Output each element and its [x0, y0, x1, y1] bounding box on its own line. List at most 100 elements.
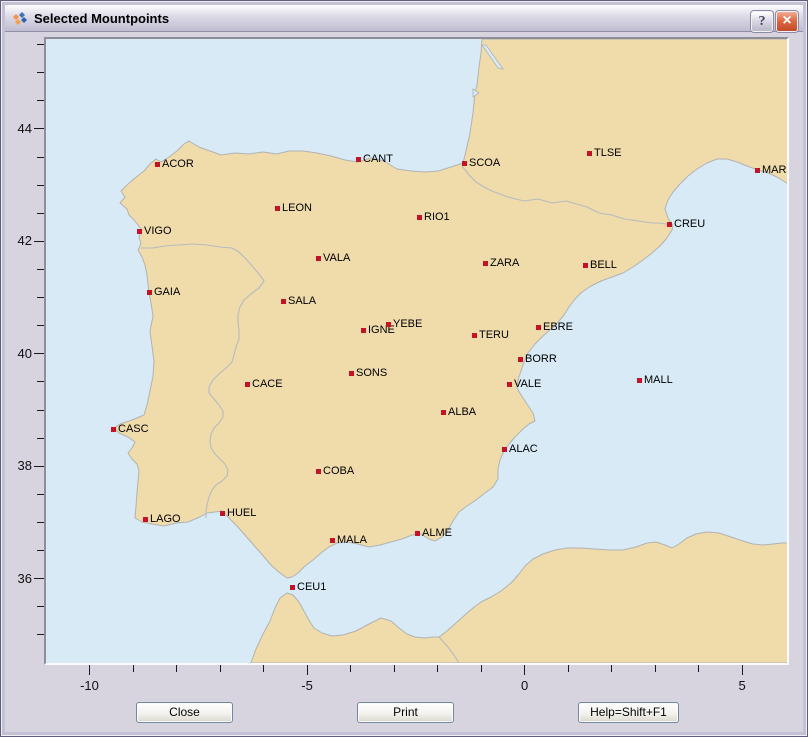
x-minor-tick--6: [263, 665, 264, 672]
y-minor-tick-43: [37, 185, 44, 186]
y-tick-label-36: 36: [1, 571, 32, 587]
station-marker-LEON: [275, 206, 280, 211]
y-minor-tick-39.5: [37, 381, 44, 382]
station-label-ALAC: ALAC: [509, 442, 538, 456]
station-marker-CEU1: [290, 585, 295, 590]
station-label-YEBE: YEBE: [393, 317, 422, 331]
station-marker-COBA: [316, 469, 321, 474]
station-marker-TERU: [472, 333, 477, 338]
y-minor-tick-37: [37, 522, 44, 523]
x-minor-tick--3: [394, 665, 395, 672]
station-marker-SONS: [349, 371, 354, 376]
station-marker-VIGO: [137, 229, 142, 234]
station-label-CASC: CASC: [118, 422, 149, 436]
station-label-CANT: CANT: [363, 152, 393, 166]
y-minor-tick-38.5: [37, 438, 44, 439]
x-major-tick--10: [89, 665, 90, 675]
x-major-tick-0: [524, 665, 525, 675]
y-major-tick-36: [34, 578, 44, 579]
station-label-ALBA: ALBA: [448, 405, 476, 419]
station-label-CEU1: CEU1: [297, 580, 326, 594]
station-label-ZARA: ZARA: [490, 256, 519, 270]
y-tick-label-38: 38: [1, 458, 32, 474]
y-major-tick-38: [34, 466, 44, 467]
y-minor-tick-42.5: [37, 213, 44, 214]
station-label-VALE: VALE: [514, 377, 541, 391]
station-marker-BELL: [583, 263, 588, 268]
station-label-LEON: LEON: [282, 201, 312, 215]
station-marker-IGNE: [361, 328, 366, 333]
station-label-SCOA: SCOA: [469, 156, 500, 170]
station-marker-MALL: [637, 378, 642, 383]
close-window-button[interactable]: ×: [776, 11, 798, 32]
coastline-svg: [46, 39, 787, 663]
x-minor-tick--8: [176, 665, 177, 672]
station-marker-TLSE: [587, 151, 592, 156]
station-label-ACOR: ACOR: [162, 157, 194, 171]
station-marker-ALBA: [441, 410, 446, 415]
close-button[interactable]: Close: [136, 702, 233, 723]
app-icon: [11, 10, 28, 27]
station-marker-GAIA: [147, 290, 152, 295]
help-shortcut-button[interactable]: Help=Shift+F1: [578, 702, 679, 723]
station-label-BORR: BORR: [525, 352, 557, 366]
y-major-tick-40: [34, 353, 44, 354]
y-minor-tick-40.5: [37, 325, 44, 326]
station-marker-CREU: [667, 222, 672, 227]
map-canvas: ACORCANTSCOATLSEMARSLEONRIO1CREUVIGOVALA…: [46, 39, 787, 663]
station-label-GAIA: GAIA: [154, 285, 180, 299]
station-label-MALL: MALL: [644, 373, 673, 387]
station-label-EBRE: EBRE: [543, 320, 573, 334]
station-marker-ALAC: [502, 447, 507, 452]
station-marker-SALA: [281, 299, 286, 304]
station-marker-LAGO: [143, 517, 148, 522]
station-label-LAGO: LAGO: [150, 512, 181, 526]
station-marker-MARS: [755, 168, 760, 173]
x-minor-tick-2: [611, 665, 612, 672]
station-label-TLSE: TLSE: [594, 146, 622, 160]
north-africa-landmass: [251, 532, 787, 663]
x-major-tick-5: [742, 665, 743, 675]
station-marker-EBRE: [536, 325, 541, 330]
station-label-COBA: COBA: [323, 464, 354, 478]
y-minor-tick-43.5: [37, 157, 44, 158]
y-minor-tick-44.5: [37, 100, 44, 101]
window-title: Selected Mountpoints: [34, 5, 169, 32]
x-tick-label--10: -10: [68, 678, 112, 693]
y-minor-tick-45: [37, 72, 44, 73]
station-marker-HUEL: [220, 511, 225, 516]
y-major-tick-42: [34, 241, 44, 242]
y-minor-tick-35: [37, 634, 44, 635]
y-minor-tick-39: [37, 410, 44, 411]
x-minor-tick--7: [220, 665, 221, 672]
y-major-tick-44: [34, 128, 44, 129]
x-minor-tick--1: [481, 665, 482, 672]
station-marker-YEBE: [386, 322, 391, 327]
y-tick-label-40: 40: [1, 346, 32, 362]
x-major-tick--5: [307, 665, 308, 675]
x-tick-label-0: 0: [503, 678, 547, 693]
station-marker-BORR: [518, 357, 523, 362]
y-minor-tick-45.5: [37, 44, 44, 45]
station-label-VIGO: VIGO: [144, 224, 172, 238]
station-marker-VALE: [507, 382, 512, 387]
station-marker-ALME: [415, 531, 420, 536]
station-marker-MALA: [330, 538, 335, 543]
x-minor-tick--9: [133, 665, 134, 672]
station-marker-RIO1: [417, 215, 422, 220]
x-minor-tick--4: [350, 665, 351, 672]
x-minor-tick-3: [655, 665, 656, 672]
titlebar[interactable]: Selected Mountpoints ? ×: [5, 5, 803, 32]
print-button[interactable]: Print: [357, 702, 454, 723]
station-label-ALME: ALME: [422, 526, 452, 540]
help-button[interactable]: ?: [751, 11, 773, 32]
x-tick-label--5: -5: [285, 678, 329, 693]
station-marker-CASC: [111, 427, 116, 432]
station-label-VALA: VALA: [323, 251, 350, 265]
station-label-HUEL: HUEL: [227, 506, 256, 520]
station-marker-ACOR: [155, 162, 160, 167]
station-label-SALA: SALA: [288, 294, 316, 308]
y-tick-label-44: 44: [1, 121, 32, 137]
station-marker-CACE: [245, 382, 250, 387]
station-marker-CANT: [356, 157, 361, 162]
